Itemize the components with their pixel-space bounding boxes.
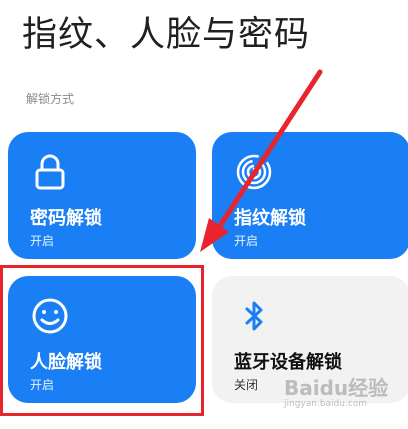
fingerprint-icon [234,152,274,192]
fingerprint-unlock-status: 开启 [234,234,259,248]
bluetooth-unlock-card[interactable]: 蓝牙设备解锁 关闭 [212,276,408,403]
lock-icon [30,152,70,192]
smiley-face-icon [30,296,70,336]
password-unlock-card[interactable]: 密码解锁 开启 [8,132,196,259]
face-unlock-status: 开启 [30,378,55,392]
password-unlock-status: 开启 [30,234,55,248]
bluetooth-icon [234,296,274,336]
section-label-unlock-methods: 解锁方式 [26,92,75,106]
bluetooth-unlock-label: 蓝牙设备解锁 [234,352,342,373]
bluetooth-unlock-status: 关闭 [234,378,259,392]
face-unlock-label: 人脸解锁 [30,352,102,373]
password-unlock-label: 密码解锁 [30,208,102,229]
fingerprint-unlock-label: 指纹解锁 [234,208,306,229]
settings-page: 指纹、人脸与密码 解锁方式 密码解锁 开启 指纹解锁 开启 人脸解锁 开启 蓝牙… [0,0,408,429]
fingerprint-unlock-card[interactable]: 指纹解锁 开启 [212,132,408,259]
page-title: 指纹、人脸与密码 [22,15,311,55]
face-unlock-card[interactable]: 人脸解锁 开启 [8,276,196,403]
